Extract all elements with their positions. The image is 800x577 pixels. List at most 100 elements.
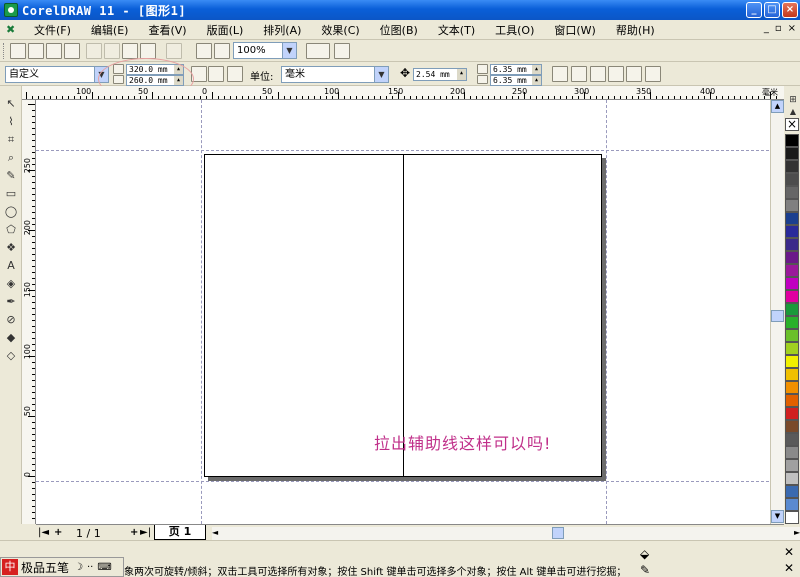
menu-edit[interactable]: 编辑(E) xyxy=(81,22,139,38)
ime-punct-icon[interactable]: ·· xyxy=(87,562,93,573)
duplicate-y-field[interactable]: 6.35 mm ▲ xyxy=(490,75,542,86)
toolbar-grip[interactable] xyxy=(3,43,6,59)
menu-tools[interactable]: 工具(O) xyxy=(485,22,544,38)
minimize-button[interactable]: _ xyxy=(746,2,762,18)
maximize-button[interactable]: □ xyxy=(764,2,780,18)
menu-file[interactable]: 文件(F) xyxy=(24,22,81,38)
duplicate-x-field[interactable]: 6.35 mm ▲ xyxy=(490,64,542,75)
last-page-button[interactable]: ►| xyxy=(140,527,151,539)
drawing-canvas[interactable]: 拉出辅助线这样可以吗! xyxy=(36,100,784,524)
ime-name[interactable]: 极品五笔 xyxy=(21,559,69,576)
guideline-horizontal[interactable] xyxy=(36,481,784,482)
document-icon[interactable]: ✖ xyxy=(6,23,18,36)
color-swatch[interactable] xyxy=(785,485,799,498)
color-swatch[interactable] xyxy=(785,472,799,485)
color-swatch[interactable] xyxy=(785,238,799,251)
spin-icon[interactable]: ▲ xyxy=(532,76,541,85)
outline-indicator-icon[interactable]: ✎ xyxy=(640,563,650,577)
close-button[interactable]: × xyxy=(782,2,798,18)
color-swatch[interactable] xyxy=(785,420,799,433)
color-swatch[interactable] xyxy=(785,342,799,355)
doc-close-button[interactable]: × xyxy=(788,23,796,34)
color-swatch[interactable] xyxy=(785,199,799,212)
color-swatch[interactable] xyxy=(785,407,799,420)
new-document-icon[interactable] xyxy=(10,43,26,59)
paste-icon[interactable] xyxy=(122,43,138,59)
guideline-vertical[interactable] xyxy=(201,100,202,524)
color-swatch[interactable] xyxy=(785,212,799,225)
color-swatch[interactable] xyxy=(785,355,799,368)
menu-view[interactable]: 查看(V) xyxy=(138,22,196,38)
cut-icon[interactable] xyxy=(86,43,102,59)
ime-keyboard-icon[interactable]: ⌨ xyxy=(97,562,111,573)
menu-layout[interactable]: 版面(L) xyxy=(197,22,254,38)
color-swatch[interactable] xyxy=(785,264,799,277)
guideline-vertical[interactable] xyxy=(606,100,607,524)
color-swatch[interactable] xyxy=(785,316,799,329)
copy-icon[interactable] xyxy=(104,43,120,59)
vertical-scrollbar[interactable]: ▲ ▼ xyxy=(770,100,784,524)
open-icon[interactable] xyxy=(28,43,44,59)
menu-help[interactable]: 帮助(H) xyxy=(606,22,665,38)
color-swatch[interactable] xyxy=(785,433,799,446)
import-icon[interactable] xyxy=(196,43,212,59)
scroll-down-icon[interactable]: ▼ xyxy=(771,510,784,523)
ime-language-indicator[interactable]: 中 xyxy=(2,559,18,575)
guideline-horizontal[interactable] xyxy=(36,150,784,151)
page-tab[interactable]: 页 1 xyxy=(154,525,206,540)
zoom-level-combo[interactable]: 100% ▼ xyxy=(233,42,297,59)
menu-arrange[interactable]: 排列(A) xyxy=(253,22,311,38)
landscape-icon[interactable] xyxy=(208,66,224,82)
color-swatch[interactable] xyxy=(785,303,799,316)
fill-indicator-icon[interactable]: ⬙ xyxy=(640,547,649,561)
snap-to-objects-icon[interactable] xyxy=(590,66,606,82)
paper-preset-combo[interactable]: 自定义 ▼ xyxy=(5,66,109,83)
nudge-distance-field[interactable]: 2.54 mm ▲ xyxy=(413,68,467,81)
text-tool-icon[interactable]: A xyxy=(3,258,19,274)
options-icon[interactable] xyxy=(645,66,661,82)
color-swatch[interactable] xyxy=(785,498,799,511)
polygon-tool-icon[interactable]: ⬠ xyxy=(3,222,19,238)
color-swatch[interactable] xyxy=(785,134,799,147)
color-swatch[interactable] xyxy=(785,329,799,342)
zoom-tool-icon[interactable]: ⌕ xyxy=(3,150,19,166)
outline-tool-icon[interactable]: ⊘ xyxy=(3,312,19,328)
save-icon[interactable] xyxy=(46,43,62,59)
edit-across-layers-icon[interactable] xyxy=(626,66,642,82)
color-swatch[interactable] xyxy=(785,381,799,394)
basic-shapes-tool-icon[interactable]: ❖ xyxy=(3,240,19,256)
treat-as-filled-icon[interactable] xyxy=(608,66,624,82)
scroll-up-icon[interactable]: ▲ xyxy=(771,100,784,113)
corel-online-icon[interactable] xyxy=(334,43,350,59)
rectangle-tool-icon[interactable]: ▭ xyxy=(3,186,19,202)
drawing-page[interactable] xyxy=(204,154,602,477)
first-page-button[interactable]: |◄ xyxy=(38,527,49,539)
chevron-down-icon[interactable]: ▼ xyxy=(374,67,388,82)
menu-text[interactable]: 文本(T) xyxy=(428,22,485,38)
vertical-ruler[interactable]: 250 200 150 100 50 0 xyxy=(22,100,36,524)
interactive-fill-tool-icon[interactable]: ◇ xyxy=(3,348,19,364)
scroll-left-icon[interactable]: ◄ xyxy=(212,527,218,539)
color-swatch[interactable] xyxy=(785,511,799,524)
pick-tool-icon[interactable]: ↖ xyxy=(3,96,19,112)
units-combo[interactable]: 毫米 ▼ xyxy=(281,66,389,83)
page-layout-icon[interactable] xyxy=(227,66,243,82)
ellipse-tool-icon[interactable]: ◯ xyxy=(3,204,19,220)
vertical-scroll-thumb[interactable] xyxy=(771,310,784,322)
horizontal-scroll-thumb[interactable] xyxy=(552,527,564,539)
undo-icon[interactable] xyxy=(140,43,156,59)
add-page-before-button[interactable]: + xyxy=(54,527,62,539)
snap-to-guidelines-icon[interactable] xyxy=(571,66,587,82)
color-swatch[interactable] xyxy=(785,160,799,173)
color-swatch[interactable] xyxy=(785,251,799,264)
color-swatch[interactable] xyxy=(785,446,799,459)
spin-icon[interactable]: ▲ xyxy=(532,65,541,74)
color-swatch[interactable] xyxy=(785,225,799,238)
ime-toolbar[interactable]: 中 极品五笔 ☽ ·· ⌨ xyxy=(0,557,124,577)
color-swatch[interactable] xyxy=(785,290,799,303)
menu-effects[interactable]: 效果(C) xyxy=(311,22,369,38)
color-swatch[interactable] xyxy=(785,277,799,290)
spin-icon[interactable]: ▲ xyxy=(457,69,466,80)
doc-restore-button[interactable]: ▫ xyxy=(775,23,782,34)
menu-window[interactable]: 窗口(W) xyxy=(544,22,605,38)
